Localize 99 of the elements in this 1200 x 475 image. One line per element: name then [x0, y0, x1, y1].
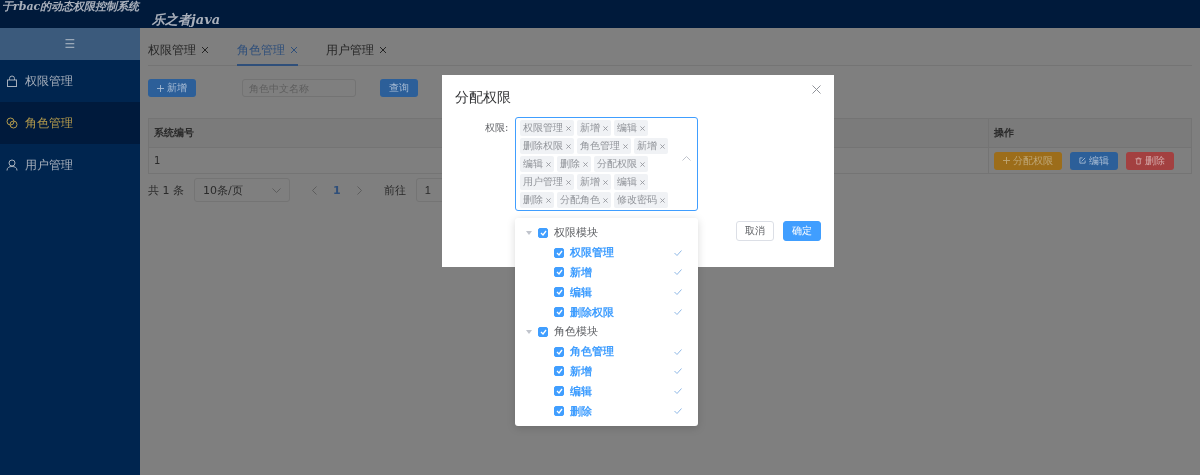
close-icon[interactable]: [640, 179, 646, 185]
edit-icon: [1079, 157, 1086, 164]
sidebar-item[interactable]: 角色管理: [0, 102, 140, 144]
sidebar-item[interactable]: 用户管理: [0, 144, 140, 186]
tag: 新增: [577, 174, 612, 190]
linked-circles-icon: [6, 117, 18, 129]
close-icon[interactable]: [623, 143, 629, 149]
check-icon: [674, 388, 682, 395]
check-icon: [674, 408, 682, 415]
tree-node[interactable]: 权限模块: [515, 223, 698, 243]
action-button[interactable]: 删除: [1126, 151, 1174, 170]
query-button[interactable]: 查询: [380, 79, 418, 97]
tag: 权限管理: [520, 120, 575, 136]
checkbox[interactable]: [538, 227, 548, 238]
close-icon[interactable]: [603, 179, 609, 185]
tree-node[interactable]: 角色管理: [515, 341, 698, 362]
checkbox[interactable]: [538, 326, 548, 337]
tag: 角色管理: [577, 138, 632, 154]
tag: 新增: [577, 120, 612, 136]
close-icon[interactable]: [660, 143, 666, 149]
action-button[interactable]: 分配权限: [994, 151, 1062, 170]
total-count: 共 1 条: [148, 182, 184, 198]
close-icon[interactable]: [640, 125, 646, 131]
plus-icon: [157, 84, 164, 92]
caret-down-icon[interactable]: [526, 327, 532, 336]
lock-icon: [6, 75, 18, 87]
field-label: 权限:: [485, 121, 509, 135]
tab[interactable]: 角色管理: [237, 40, 298, 66]
chevron-down-icon: [272, 187, 281, 193]
check-icon: [674, 348, 682, 355]
tag: 分配权限: [594, 156, 649, 172]
close-icon[interactable]: [583, 161, 589, 167]
checkbox[interactable]: [554, 346, 564, 357]
tag: 删除: [557, 156, 592, 172]
close-icon[interactable]: [603, 125, 609, 131]
chevron-left-icon[interactable]: [312, 185, 317, 195]
chevron-up-icon: [682, 156, 692, 161]
tree-node[interactable]: 删除权限: [515, 302, 698, 322]
checkbox[interactable]: [554, 267, 564, 278]
checkbox[interactable]: [554, 386, 564, 397]
checkbox[interactable]: [554, 247, 564, 258]
close-icon[interactable]: [379, 46, 387, 54]
check-icon: [674, 289, 682, 296]
checkbox[interactable]: [554, 307, 564, 318]
check-icon: [674, 269, 682, 276]
sidebar-item[interactable]: 权限管理: [0, 60, 140, 102]
trash-icon: [1135, 156, 1142, 165]
tree-node[interactable]: 编辑: [515, 282, 698, 303]
close-icon[interactable]: [566, 143, 572, 149]
close-icon[interactable]: [640, 161, 646, 167]
menu-toggle[interactable]: ☰: [0, 28, 140, 60]
tag: 用户管理: [520, 174, 575, 190]
check-icon: [674, 309, 682, 316]
tag: 删除: [520, 192, 555, 208]
close-icon[interactable]: [566, 179, 572, 185]
check-icon: [674, 249, 682, 256]
tag: 编辑: [614, 174, 649, 190]
dialog-title: 分配权限: [455, 89, 511, 107]
user-icon: [6, 159, 18, 171]
tree-node[interactable]: 权限管理: [515, 242, 698, 263]
chevron-right-icon[interactable]: [356, 185, 362, 195]
cancel-button[interactable]: 取消: [736, 221, 774, 241]
tag: 新增: [634, 138, 669, 154]
tag: 分配角色: [557, 192, 612, 208]
tab[interactable]: 权限管理: [148, 40, 209, 66]
tag: 编辑: [614, 120, 649, 136]
permission-select[interactable]: 权限管理 新增 编辑 删除权限 角色管理 新增 编辑 删除 分配权限 用户管理 新增 编辑 删除 分配角色 修改密码: [515, 117, 699, 211]
add-button[interactable]: 新增: [148, 79, 196, 97]
close-icon[interactable]: [201, 46, 209, 54]
tag: 修改密码: [614, 192, 669, 208]
tree-node[interactable]: 编辑: [515, 381, 698, 402]
close-icon[interactable]: [603, 197, 609, 203]
app-subtitle: 乐之者java: [151, 13, 222, 27]
checkbox[interactable]: [554, 366, 564, 377]
tree-node[interactable]: 新增: [515, 361, 698, 382]
page-size-select[interactable]: 10条/页: [194, 178, 290, 202]
tab[interactable]: 用户管理: [326, 40, 387, 66]
page-number[interactable]: 1: [327, 183, 347, 197]
goto-label: 前往: [383, 182, 406, 198]
ok-button[interactable]: 确定: [783, 221, 821, 241]
tree-node[interactable]: 删除: [515, 401, 698, 421]
checkbox[interactable]: [554, 406, 564, 417]
close-icon[interactable]: [290, 46, 298, 54]
close-icon[interactable]: [566, 125, 572, 131]
check-icon: [674, 368, 682, 375]
close-icon[interactable]: [660, 197, 666, 203]
action-button[interactable]: 编辑: [1070, 151, 1118, 170]
tree-node[interactable]: 角色模块: [515, 322, 698, 342]
close-icon[interactable]: [546, 161, 552, 167]
tree-node[interactable]: 新增: [515, 262, 698, 283]
app-title: 于rbac的动态权限控制系统: [2, 0, 142, 13]
close-icon[interactable]: [812, 85, 821, 94]
caret-down-icon[interactable]: [526, 228, 532, 237]
column-header: 操作: [993, 126, 1014, 140]
tag: 删除权限: [520, 138, 575, 154]
close-icon[interactable]: [546, 197, 552, 203]
checkbox[interactable]: [554, 287, 564, 298]
plus-icon: [1003, 157, 1010, 164]
tag: 编辑: [520, 156, 555, 172]
